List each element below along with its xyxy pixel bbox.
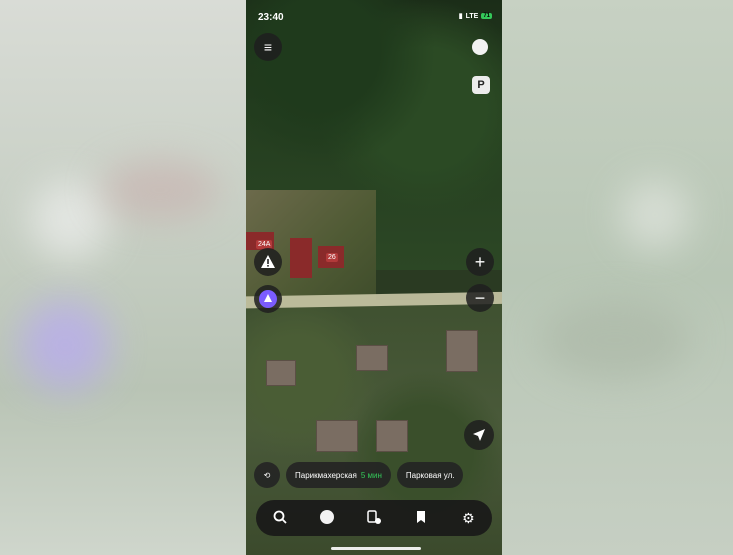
phone-screen: 24A 26 23:40 ▮ LTE 71 ≡ P + − ⟲ Парикмах… [246, 0, 502, 555]
status-time: 23:40 [258, 12, 284, 23]
backdrop-blob [620, 180, 690, 250]
suggestion-chips: ⟲ Парикмахерская 5 мин Парковая ул. [254, 462, 464, 488]
hamburger-icon: ≡ [263, 39, 273, 55]
parking-button[interactable]: P [472, 76, 490, 94]
status-bar: 23:40 ▮ LTE 71 [246, 0, 502, 23]
alice-icon [319, 509, 334, 524]
routes-icon [367, 509, 381, 524]
building [356, 345, 388, 371]
building [266, 360, 296, 386]
alice-assistant-button[interactable] [254, 285, 282, 313]
building [316, 420, 358, 452]
backdrop-blob [540, 300, 690, 380]
refresh-icon: ⟲ [263, 470, 271, 480]
building [290, 238, 312, 278]
backdrop-blob [20, 300, 110, 390]
settings-icon: ⚙ [462, 509, 475, 526]
menu-button[interactable]: ≡ [254, 33, 282, 61]
warning-icon [261, 255, 275, 268]
alice-button[interactable] [312, 509, 342, 528]
bookmarks-icon [417, 510, 426, 523]
routes-button[interactable] [359, 509, 389, 528]
chip-label: Парикмахерская [295, 470, 357, 480]
building [446, 330, 478, 372]
chip-label: Парковая ул. [405, 470, 455, 480]
zoom-out-button[interactable]: − [466, 284, 494, 312]
backdrop-blob [100, 160, 220, 220]
backdrop-left [0, 0, 246, 555]
home-indicator[interactable] [331, 547, 421, 550]
battery-icon: 71 [481, 13, 492, 19]
refresh-chip[interactable]: ⟲ [254, 462, 280, 488]
backdrop-right [502, 0, 733, 555]
road-events-button[interactable] [254, 248, 282, 276]
settings-button[interactable]: ⚙ [453, 510, 483, 527]
bookmarks-button[interactable] [406, 509, 436, 528]
chip-street[interactable]: Парковая ул. [396, 462, 464, 488]
navigation-arrow-icon [473, 429, 485, 441]
my-location-button[interactable] [464, 420, 494, 450]
network-type: LTE [465, 12, 479, 20]
building [376, 420, 408, 452]
search-button[interactable] [265, 510, 295, 527]
zoom-in-button[interactable]: + [466, 248, 494, 276]
chip-time: 5 мин [360, 470, 382, 480]
backdrop-blob [30, 180, 110, 260]
status-indicators: ▮ LTE 71 [459, 12, 492, 20]
search-icon [273, 510, 287, 524]
bottom-toolbar: ⚙ [256, 500, 492, 536]
chip-barbershop[interactable]: Парикмахерская 5 мин [286, 462, 391, 488]
house-number: 26 [326, 253, 338, 262]
layers-icon [472, 39, 488, 55]
signal-icon: ▮ [458, 13, 463, 20]
layers-button[interactable] [466, 33, 494, 61]
alice-icon [259, 290, 277, 308]
